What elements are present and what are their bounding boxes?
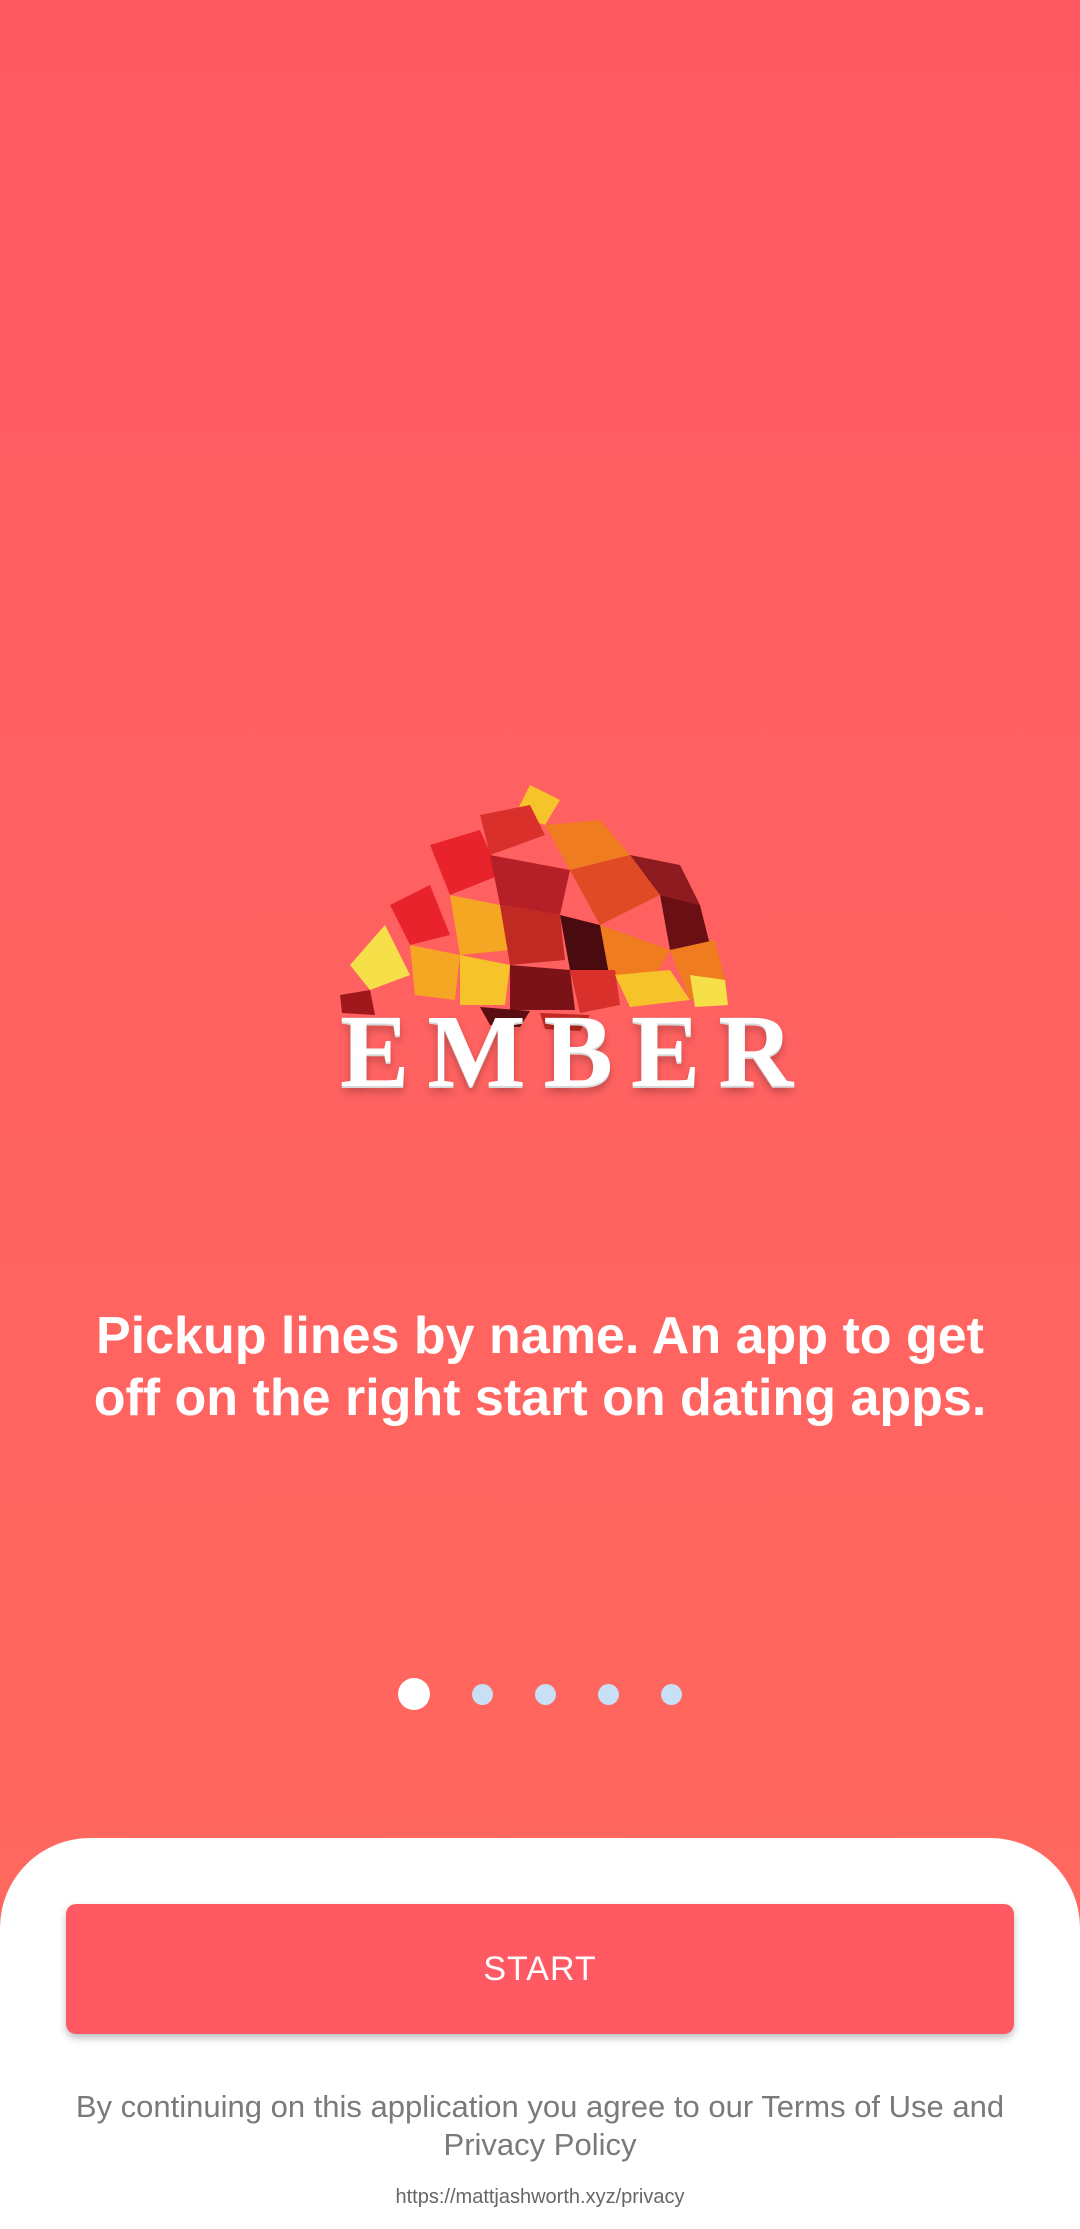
page-dot-3[interactable]	[535, 1683, 556, 1705]
page-dot-2[interactable]	[472, 1683, 493, 1705]
start-button[interactable]: START	[66, 1904, 1014, 2034]
bottom-sheet: START By continuing on this application …	[0, 1838, 1080, 2229]
terms-consent-text[interactable]: By continuing on this application you ag…	[60, 2088, 1020, 2164]
page-dot-5[interactable]	[661, 1683, 682, 1705]
onboarding-screen: EMBER Pickup lines by name. An app to ge…	[0, 0, 1080, 2229]
ember-wordmark: EMBER	[340, 994, 812, 1109]
page-dot-4[interactable]	[598, 1683, 619, 1705]
page-dot-1[interactable]	[398, 1678, 430, 1710]
onboarding-tagline: Pickup lines by name. An app to get off …	[93, 1307, 987, 1427]
page-indicator	[0, 1678, 1080, 1710]
privacy-policy-link[interactable]: https://mattjashworth.xyz/privacy	[0, 2186, 1080, 2209]
